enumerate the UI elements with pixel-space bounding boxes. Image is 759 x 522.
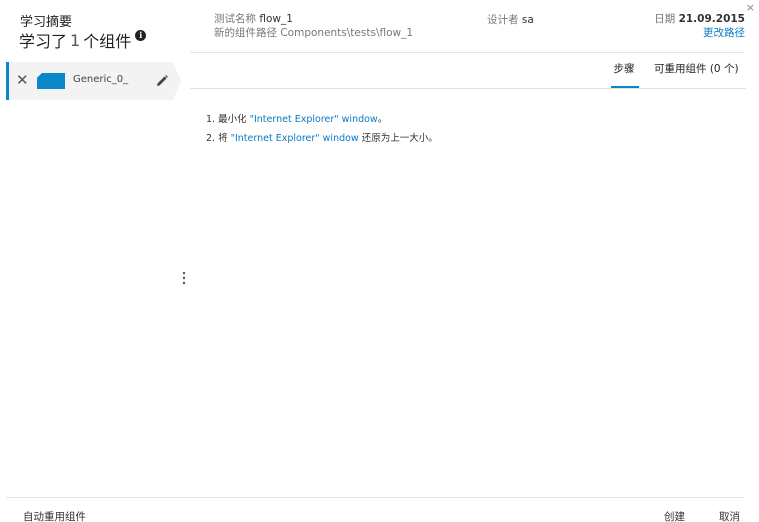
- header-divider: [190, 52, 745, 53]
- test-name-value: flow_1: [259, 13, 293, 25]
- step-text: 2. 将: [206, 133, 231, 144]
- designer-value: sa: [521, 14, 534, 26]
- component-thumbnail-icon: [37, 73, 65, 89]
- designer-label: 设计者: [487, 14, 519, 26]
- step-object: "Internet Explorer" window: [230, 133, 359, 144]
- component-name: Generic_0_: [73, 74, 129, 85]
- step-object: "Internet Explorer" window: [249, 114, 378, 125]
- date-label: 日期: [654, 13, 676, 25]
- learned-count-suffix: 个组件: [83, 32, 132, 51]
- step-text: 1. 最小化: [206, 114, 250, 125]
- close-icon[interactable]: ×: [746, 2, 755, 13]
- step-item: 2. 将 "Internet Explorer" window 还原为上一大小。: [206, 129, 438, 148]
- active-tab-indicator: [611, 86, 639, 88]
- tab-reusable-components[interactable]: 可重用组件 (0 个): [654, 62, 739, 88]
- new-path-value: Components\tests\flow_1: [280, 27, 414, 39]
- cancel-button[interactable]: 取消: [719, 509, 740, 522]
- tab-steps-label: 步骤: [613, 63, 635, 75]
- date-value: 21.09.2015: [678, 13, 745, 25]
- step-item: 1. 最小化 "Internet Explorer" window。: [206, 110, 438, 129]
- step-text-end: 。: [377, 114, 388, 125]
- change-path-link[interactable]: 更改路径: [703, 27, 745, 39]
- detail-tabs: 步骤 可重用组件 (0 个): [190, 62, 746, 89]
- date-meta: 日期 21.09.2015 更改路径: [654, 12, 745, 40]
- edit-pencil-icon[interactable]: [155, 73, 169, 87]
- tab-reusable-label: 可重用组件 (0 个): [654, 63, 739, 75]
- auto-reuse-components-button[interactable]: 自动重用组件: [23, 509, 86, 522]
- steps-list: 1. 最小化 "Internet Explorer" window。 2. 将 …: [206, 110, 438, 148]
- learned-count-heading: 学习了 1 个组件 i: [19, 28, 147, 52]
- designer-meta: 设计者 sa: [487, 12, 534, 27]
- panel-splitter-handle[interactable]: [181, 270, 187, 286]
- test-name-label: 测试名称: [214, 13, 256, 25]
- test-meta: 测试名称 flow_1 新的组件路径 Components\tests\flow…: [214, 12, 413, 40]
- learned-count-value: 1: [70, 30, 81, 50]
- learned-count-prefix: 学习了: [19, 32, 68, 51]
- tab-steps[interactable]: 步骤: [611, 62, 639, 88]
- remove-component-icon[interactable]: ✕: [16, 72, 30, 88]
- footer-divider: [6, 497, 745, 498]
- create-button[interactable]: 创建: [664, 509, 685, 522]
- step-text-end: 还原为上一大小。: [358, 133, 438, 144]
- info-icon[interactable]: i: [135, 29, 147, 41]
- learn-summary-dialog: 学习摘要 学习了 1 个组件 i 测试名称 flow_1 新的组件路径 Comp…: [0, 0, 759, 522]
- new-path-label: 新的组件路径: [214, 27, 277, 39]
- component-list-item[interactable]: ✕ Generic_0_: [6, 62, 181, 100]
